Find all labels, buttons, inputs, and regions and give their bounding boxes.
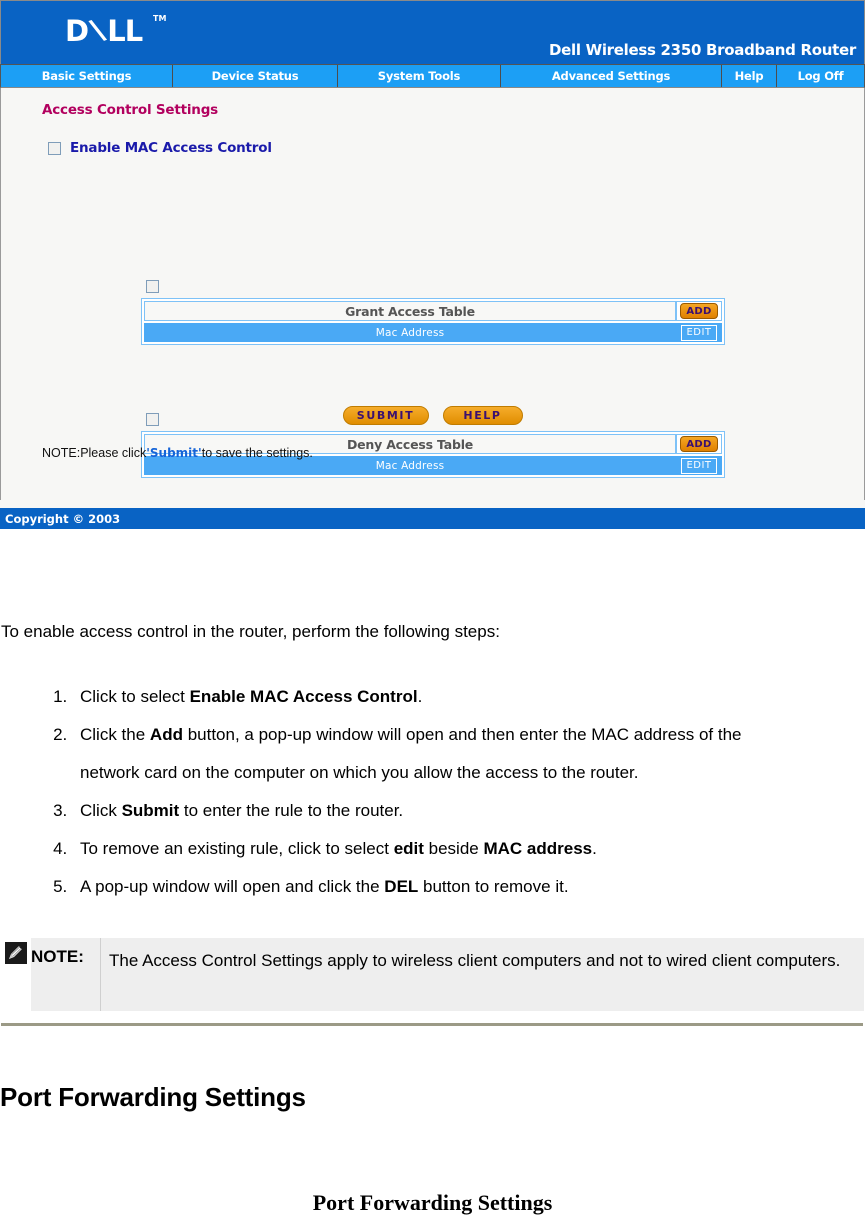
nav-tab-help[interactable]: Help — [722, 65, 777, 87]
submit-hint-suffix: to save the settings. — [201, 446, 313, 460]
help-button[interactable]: HELP — [442, 406, 523, 425]
deny-add-button[interactable]: ADD — [680, 436, 718, 452]
intro-paragraph: To enable access control in the router, … — [1, 622, 500, 641]
copyright-bar: Copyright © 2003 — [0, 508, 865, 529]
grant-access-table-header-row: Grant Access Table ADD — [144, 301, 722, 321]
grant-access-table-mac-row: Mac Address EDIT — [144, 323, 722, 342]
submit-hint-link: Submit — [149, 446, 199, 460]
router-panel-body: Access Control Settings Enable MAC Acces… — [0, 88, 865, 500]
nav-tab-system-tools[interactable]: System Tools — [338, 65, 501, 87]
submit-hint-note: NOTE:Please click'Submit'to save the set… — [42, 446, 313, 460]
note-label: NOTE: — [31, 938, 101, 1011]
dell-logo: D∖LL — [65, 11, 143, 51]
grant-access-table: Grant Access Table ADD Mac Address EDIT — [141, 298, 725, 345]
grant-edit-button-cell: EDIT — [676, 323, 722, 342]
router-nav-bar: Basic Settings Device Status System Tool… — [0, 64, 865, 88]
enable-mac-access-control-label: Enable MAC Access Control — [70, 140, 272, 156]
note-callout-box: NOTE: The Access Control Settings apply … — [1, 938, 864, 1011]
list-item: Click to select Enable MAC Access Contro… — [72, 678, 793, 716]
port-forwarding-heading: Port Forwarding Settings — [0, 1082, 306, 1112]
submit-hint-prefix: NOTE:Please click — [42, 446, 147, 460]
steps-list: Click to select Enable MAC Access Contro… — [0, 678, 793, 906]
list-item: To remove an existing rule, click to sel… — [72, 830, 793, 868]
nav-tab-device-status[interactable]: Device Status — [173, 65, 338, 87]
router-admin-screenshot: D∖LL TM Dell Wireless 2350 Broadband Rou… — [0, 0, 865, 530]
nav-tab-log-off[interactable]: Log Off — [777, 65, 864, 87]
deny-edit-button[interactable]: EDIT — [681, 457, 717, 474]
list-item: Click Submit to enter the rule to the ro… — [72, 792, 793, 830]
enable-mac-access-control-row[interactable]: Enable MAC Access Control — [48, 140, 272, 156]
deny-add-button-cell: ADD — [676, 434, 722, 454]
grant-add-button[interactable]: ADD — [680, 303, 718, 319]
enable-mac-access-control-checkbox[interactable] — [48, 141, 61, 155]
note-text: The Access Control Settings apply to wir… — [101, 938, 864, 1011]
grant-add-button-cell: ADD — [676, 301, 722, 321]
nav-tab-basic-settings[interactable]: Basic Settings — [1, 65, 173, 87]
nav-tab-advanced-settings[interactable]: Advanced Settings — [501, 65, 722, 87]
note-icon-cell — [1, 938, 31, 1011]
submit-button[interactable]: SUBMIT — [342, 406, 429, 425]
router-product-title: Dell Wireless 2350 Broadband Router — [548, 41, 856, 59]
list-item: A pop-up window will open and click the … — [72, 868, 793, 906]
dell-trademark-icon: TM — [153, 14, 167, 23]
router-header: D∖LL TM Dell Wireless 2350 Broadband Rou… — [0, 0, 865, 64]
grant-edit-button[interactable]: EDIT — [681, 324, 717, 341]
port-forwarding-subheading: Port Forwarding Settings — [312, 1190, 553, 1215]
pencil-icon — [5, 942, 27, 964]
grant-mac-address-column-header: Mac Address — [144, 323, 676, 342]
grant-access-table-checkbox[interactable] — [146, 280, 159, 293]
deny-edit-button-cell: EDIT — [676, 456, 722, 475]
horizontal-divider — [1, 1023, 863, 1026]
form-action-row: SUBMIT HELP — [1, 406, 864, 425]
list-item: Click the Add button, a pop-up window wi… — [72, 716, 793, 792]
grant-access-table-title: Grant Access Table — [144, 301, 676, 321]
page-title: Access Control Settings — [42, 102, 219, 118]
